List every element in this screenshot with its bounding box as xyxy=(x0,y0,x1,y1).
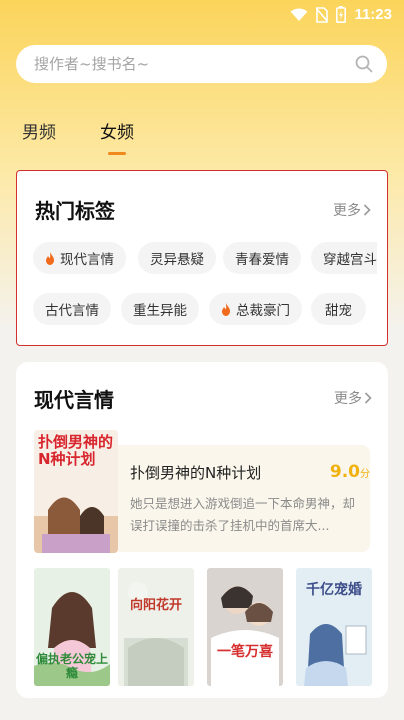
cover-title: 千亿宠婚 xyxy=(306,582,362,598)
tag-label: 总裁豪门 xyxy=(236,303,290,319)
battery-charging-icon xyxy=(336,6,347,23)
cover-title: 扑倒男神的N种计划 xyxy=(38,433,114,468)
cover-title: 一笔万喜 xyxy=(217,644,273,660)
hot-tags-more-button[interactable]: 更多 xyxy=(333,200,371,220)
chevron-right-icon xyxy=(364,392,372,404)
featured-book-cover[interactable]: 扑倒男神的N种计划 xyxy=(34,430,118,553)
tag-chip[interactable]: 甜宠 xyxy=(311,293,366,325)
cover-illustration xyxy=(118,568,194,686)
book-cover[interactable]: 千亿宠婚 xyxy=(296,568,372,686)
book-cover[interactable]: 向阳花开 xyxy=(118,568,194,686)
tag-label: 重生异能 xyxy=(133,303,187,319)
search-input[interactable] xyxy=(34,55,355,73)
wifi-icon xyxy=(290,8,308,21)
gender-tabs: 男频 女频 xyxy=(22,118,134,143)
tag-chip[interactable]: 重生异能 xyxy=(121,293,199,325)
cover-title: 向阳花开 xyxy=(129,598,182,613)
tag-label: 穿越宫斗 xyxy=(323,252,377,268)
status-bar: 11:23 xyxy=(0,0,404,32)
status-icons: 11:23 xyxy=(290,6,392,23)
tab-male[interactable]: 男频 xyxy=(22,118,56,143)
cover-title: 偏执老公宠上瘾 xyxy=(36,652,109,680)
tag-label: 古代言情 xyxy=(45,303,99,319)
tag-label: 甜宠 xyxy=(325,303,352,319)
tag-chip[interactable]: 古代言情 xyxy=(33,293,111,325)
tag-chip[interactable]: 灵异悬疑 xyxy=(138,242,216,274)
featured-book-description: 她只是想进入游戏倒追一下本命男神，却误打误撞的击杀了挂机中的首席大... xyxy=(130,496,356,533)
score-unit: 分 xyxy=(360,469,370,480)
featured-book-title[interactable]: 扑倒男神的N种计划 xyxy=(130,462,261,483)
tag-label: 现代言情 xyxy=(60,252,114,268)
featured-book-score: 9.0分 xyxy=(330,462,370,482)
section-more-button[interactable]: 更多 xyxy=(334,388,372,408)
hot-tags-title: 热门标签 xyxy=(35,199,115,223)
tag-chip[interactable]: 青春爱情 xyxy=(223,242,301,274)
book-cover[interactable]: 偏执老公宠上瘾 xyxy=(34,568,110,686)
book-cover[interactable]: 一笔万喜 xyxy=(207,568,283,686)
tag-label: 灵异悬疑 xyxy=(150,252,204,268)
tag-chip[interactable]: 现代言情 xyxy=(33,242,126,274)
cover-illustration xyxy=(207,568,283,686)
tab-female[interactable]: 女频 xyxy=(100,118,134,143)
tag-chip[interactable]: 穿越宫斗 xyxy=(311,242,377,274)
chevron-right-icon xyxy=(363,204,371,216)
tag-label: 青春爱情 xyxy=(235,252,289,268)
hot-tags-card: 热门标签 更多 现代言情 灵异悬疑 青春爱情 穿越宫斗 古代言情 重生异能 总裁… xyxy=(16,170,388,346)
search-bar[interactable] xyxy=(16,45,387,83)
score-value: 9.0 xyxy=(329,462,360,482)
more-label: 更多 xyxy=(333,203,361,219)
flame-icon xyxy=(222,302,230,316)
section-title: 现代言情 xyxy=(34,388,114,412)
search-icon[interactable] xyxy=(355,55,373,73)
no-sim-icon xyxy=(316,6,329,23)
status-time: 11:23 xyxy=(354,6,392,23)
tag-chip[interactable]: 总裁豪门 xyxy=(209,293,302,325)
flame-icon xyxy=(46,251,54,265)
more-label: 更多 xyxy=(334,391,362,407)
